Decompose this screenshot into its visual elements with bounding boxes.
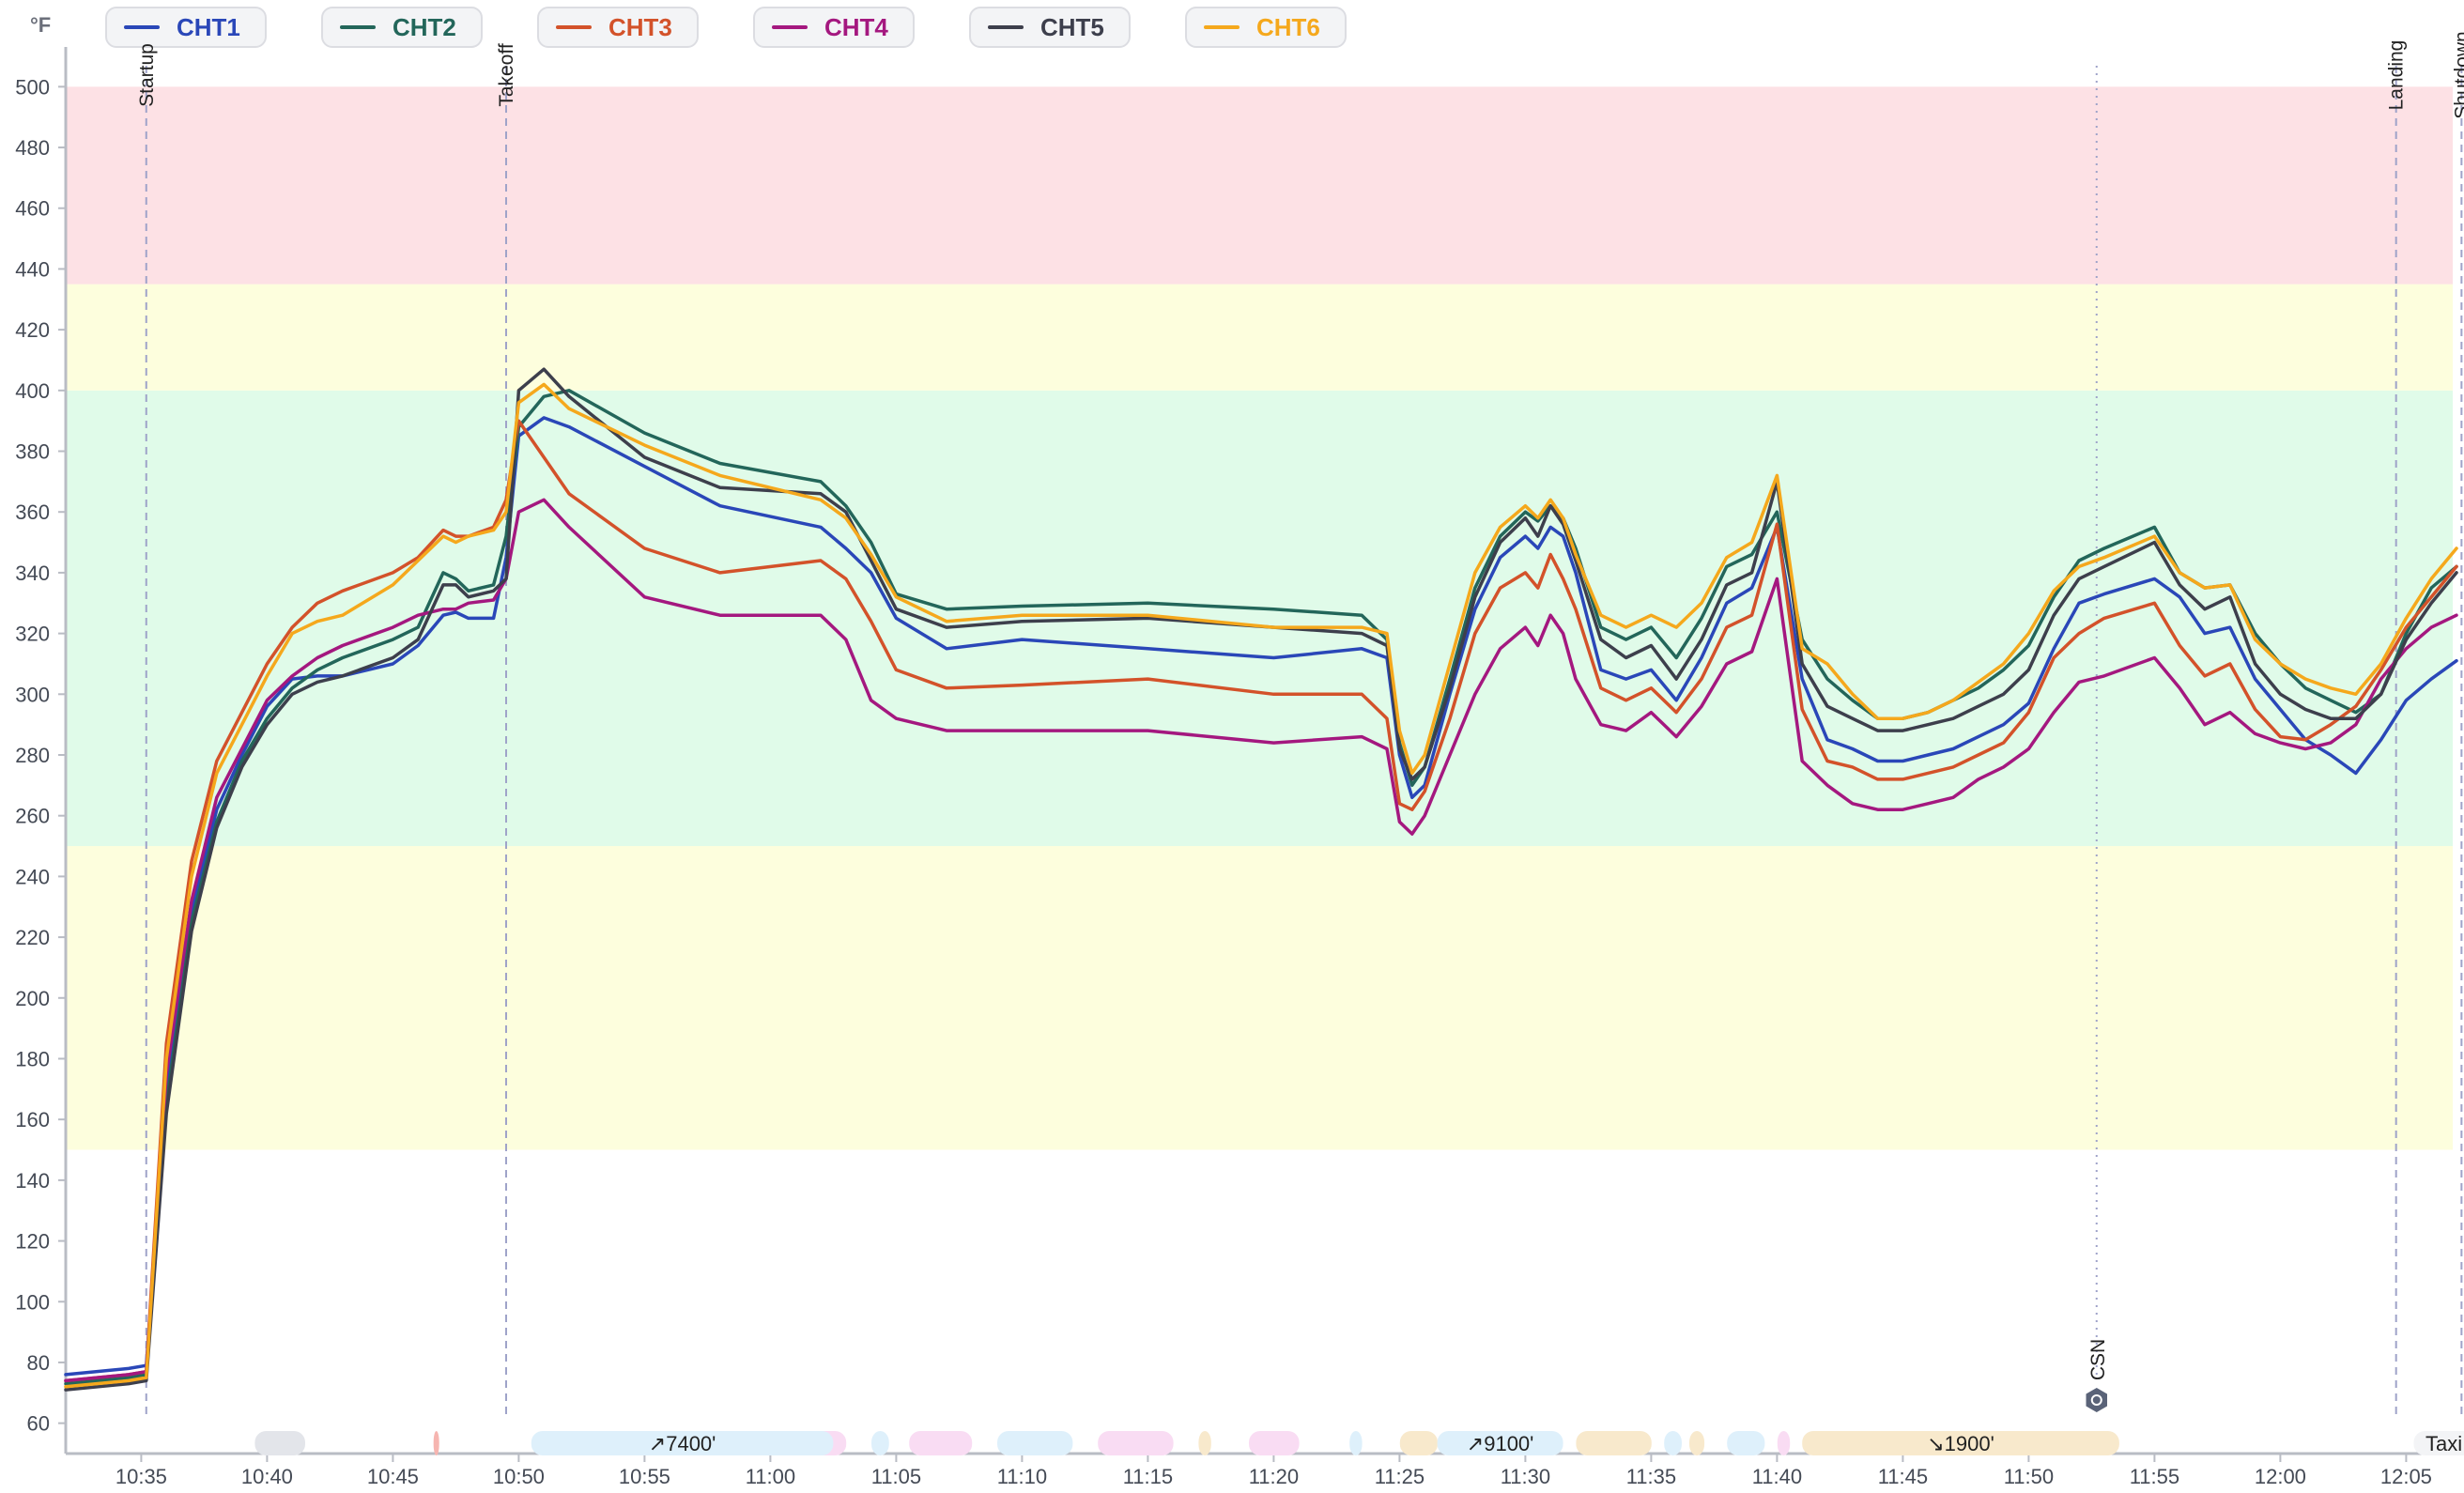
hexagon-icon xyxy=(2086,1388,2107,1412)
x-tick-label: 11:05 xyxy=(871,1465,921,1488)
event-label-shutdown: Shutdown xyxy=(2451,31,2464,118)
band-400-435 xyxy=(66,284,2453,391)
phase-label: ↘1900' xyxy=(1927,1432,1994,1455)
y-tick-label: 280 xyxy=(15,744,50,767)
y-tick-label: 400 xyxy=(15,379,50,403)
x-tick-label: 10:40 xyxy=(241,1465,293,1488)
x-tick-label: 10:50 xyxy=(493,1465,545,1488)
event-label-startup: Startup xyxy=(136,43,158,107)
phase-segment xyxy=(1399,1431,1438,1455)
phase-segment xyxy=(254,1431,305,1455)
y-tick-label: 120 xyxy=(15,1230,50,1254)
phase-segment xyxy=(1689,1431,1705,1455)
x-tick-label: 11:45 xyxy=(1878,1465,1928,1488)
y-tick-label: 220 xyxy=(15,926,50,949)
x-tick-label: 12:00 xyxy=(2255,1465,2306,1488)
phase-segment xyxy=(1249,1431,1300,1455)
phase-segment xyxy=(1664,1431,1682,1455)
phase-segment xyxy=(1576,1431,1652,1455)
x-tick-label: 10:45 xyxy=(367,1465,419,1488)
y-tick-label: 360 xyxy=(15,500,50,524)
phase-segment xyxy=(1098,1431,1174,1455)
x-tick-label: 10:35 xyxy=(116,1465,167,1488)
phase-segment xyxy=(1198,1431,1211,1455)
y-tick-label: 480 xyxy=(15,136,50,160)
y-tick-label: 380 xyxy=(15,440,50,464)
phase-segment xyxy=(1727,1431,1765,1455)
y-tick-label: 180 xyxy=(15,1047,50,1070)
y-tick-label: 200 xyxy=(15,987,50,1010)
event-label-landing: Landing xyxy=(2386,40,2408,111)
flight-phase-bar: ↗7400' ↗9100' ↘1900' Taxi xyxy=(254,1431,2464,1455)
y-tick-label: 80 xyxy=(27,1351,50,1375)
phase-label: ↗9100' xyxy=(1467,1432,1534,1455)
x-tick-label: 11:35 xyxy=(1626,1465,1676,1488)
y-tick-label: 60 xyxy=(27,1412,50,1436)
y-tick-label: 100 xyxy=(15,1290,50,1314)
phase-label: ↗7400' xyxy=(649,1432,716,1455)
x-tick-label: 11:15 xyxy=(1123,1465,1173,1488)
y-tick-label: 300 xyxy=(15,683,50,706)
phase-label: Taxi xyxy=(2426,1432,2462,1455)
band-435-500 xyxy=(66,86,2453,285)
y-tick-label: 240 xyxy=(15,865,50,888)
y-tick-label: 420 xyxy=(15,318,50,342)
x-tick-label: 11:30 xyxy=(1501,1465,1550,1488)
phase-segment xyxy=(433,1431,439,1455)
cht-chart: 60 80 100 120 140 160 180 200 220 240 260 280 300 320… xyxy=(15,31,2464,1488)
band-150-250 xyxy=(66,846,2453,1150)
x-tick-label: 11:20 xyxy=(1249,1465,1299,1488)
marker-label-csn: CSN xyxy=(2087,1339,2109,1380)
x-tick-label: 11:40 xyxy=(1752,1465,1802,1488)
y-tick-label: 160 xyxy=(15,1108,50,1131)
x-tick-label: 12:05 xyxy=(2380,1465,2432,1488)
phase-segment xyxy=(1777,1431,1791,1455)
x-tick-label: 11:10 xyxy=(997,1465,1047,1488)
phase-segment xyxy=(997,1431,1073,1455)
phase-segment xyxy=(909,1431,973,1455)
event-label-takeoff: Takeoff xyxy=(496,43,517,106)
phase-segment xyxy=(871,1431,889,1455)
x-tick-label: 11:55 xyxy=(2130,1465,2179,1488)
phase-segment xyxy=(1349,1431,1363,1455)
y-tick-label: 260 xyxy=(15,805,50,828)
y-tick-label: 460 xyxy=(15,197,50,221)
x-tick-label: 11:25 xyxy=(1375,1465,1424,1488)
x-tick-label: 10:55 xyxy=(619,1465,670,1488)
y-tick-label: 340 xyxy=(15,562,50,585)
x-tick-label: 11:00 xyxy=(746,1465,795,1488)
y-tick-label: 440 xyxy=(15,257,50,281)
y-tick-label: 500 xyxy=(15,75,50,99)
x-tick-label: 11:50 xyxy=(2004,1465,2054,1488)
y-tick-label: 140 xyxy=(15,1169,50,1193)
y-tick-label: 320 xyxy=(15,623,50,646)
